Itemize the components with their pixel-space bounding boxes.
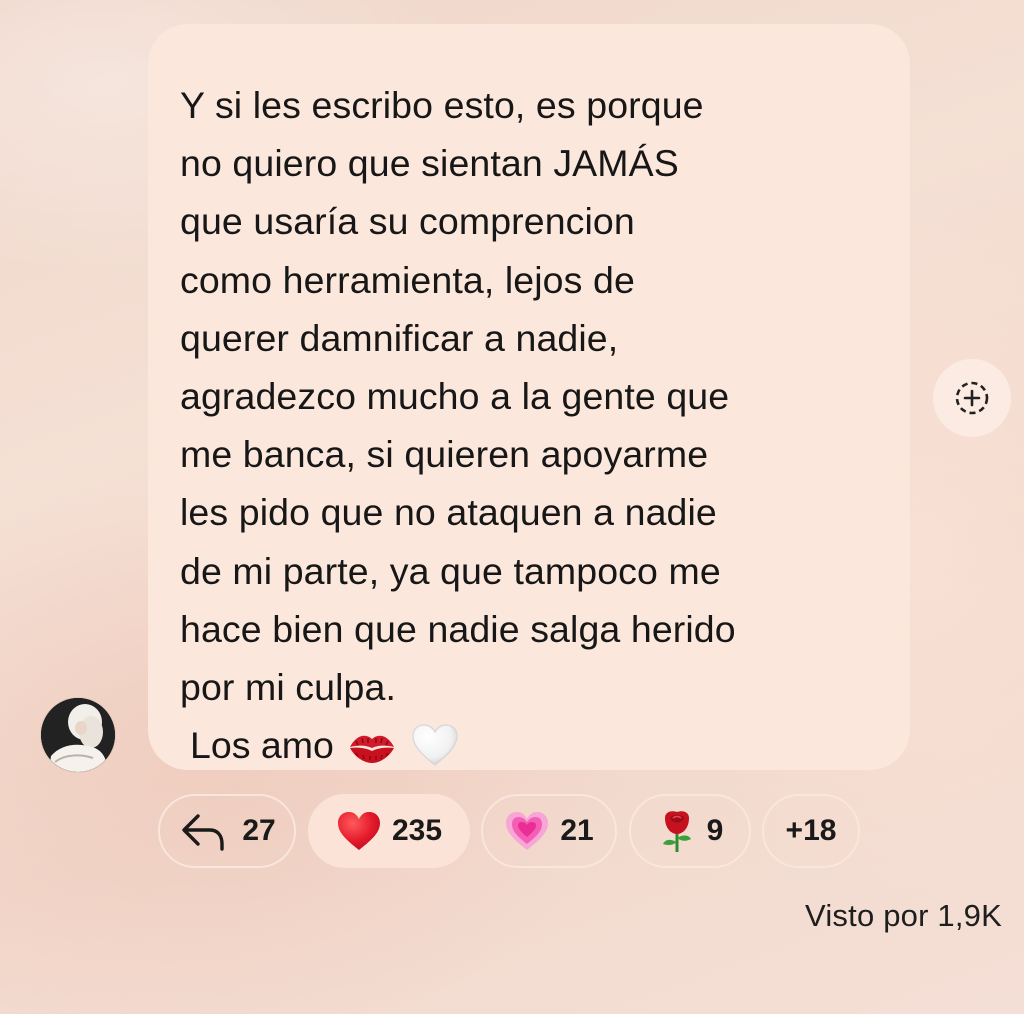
rose-count: 9 <box>706 814 724 847</box>
message-text: Y si les escribo esto, es porque no quie… <box>180 84 736 709</box>
more-reactions-chip[interactable]: +18 <box>762 794 860 868</box>
heart-count: 235 <box>391 814 443 847</box>
reaction-chip-rose[interactable]: 9 <box>629 794 751 868</box>
reply-arrow-icon <box>182 814 225 851</box>
reply-chip[interactable]: 27 <box>158 794 296 868</box>
kiss-mark-icon <box>346 725 398 765</box>
reaction-chip-sparkling-heart[interactable]: 21 <box>481 794 617 868</box>
red-heart-icon <box>337 812 380 850</box>
add-reaction-button[interactable] <box>933 359 1011 437</box>
profile-avatar <box>41 698 115 772</box>
white-heart-icon <box>410 722 460 768</box>
more-reactions-count: +18 <box>785 814 837 847</box>
sender-avatar[interactable] <box>41 698 115 772</box>
sparkling-heart-count: 21 <box>560 814 594 847</box>
reply-count: 27 <box>242 814 276 847</box>
signoff-text: Los amo <box>190 724 334 767</box>
reaction-chip-heart[interactable]: 235 <box>308 794 470 868</box>
rose-icon <box>662 811 691 852</box>
seen-by-text[interactable]: Visto por 1,9K <box>805 898 1002 934</box>
message-signoff: Los amo <box>190 716 880 774</box>
sparkling-heart-icon <box>506 812 549 850</box>
add-reaction-icon <box>955 381 989 415</box>
message-bubble[interactable]: Y si les escribo esto, es porque no quie… <box>148 24 910 770</box>
